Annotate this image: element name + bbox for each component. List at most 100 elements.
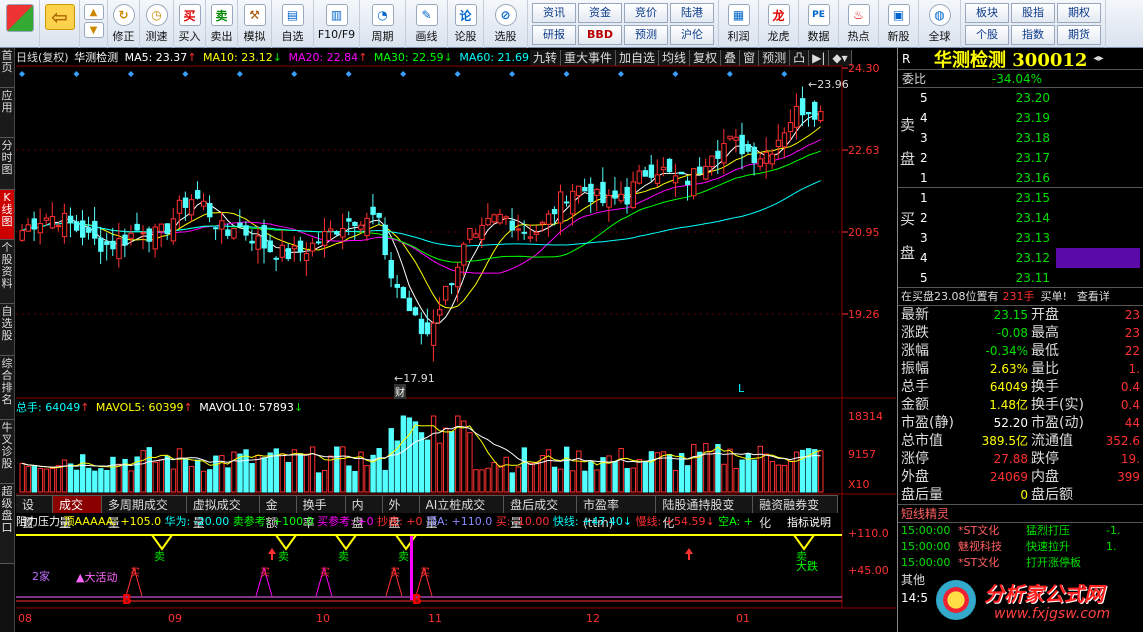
shlondon-button[interactable]: 沪伦 xyxy=(670,25,714,45)
buy-label: 买入 xyxy=(178,30,201,43)
sidebar-item-orderbook[interactable]: 超级盘口 xyxy=(0,484,14,564)
date-08: 08 xyxy=(18,612,32,625)
short-term-title-text: 短线精灵 xyxy=(901,507,950,521)
sidebar-item-diagnose[interactable]: 牛叉诊股 xyxy=(0,420,14,484)
hk-connect-button[interactable]: 陆港 xyxy=(670,3,714,23)
sell-row-5[interactable]: 5 23.20 xyxy=(920,88,1140,108)
chart-svg[interactable]: 卖卖卖卖卖买买买买买 xyxy=(16,48,896,632)
sidebar-item-profile[interactable]: 个股资料 xyxy=(0,240,14,304)
short-term-item[interactable]: 15:00:00 *ST文化 猛烈打压 -1. xyxy=(898,523,1143,539)
tab-amount[interactable]: 金额 xyxy=(259,496,297,530)
hot-button[interactable]: ♨ 热点 xyxy=(839,0,879,48)
options-button[interactable]: 期权 xyxy=(1057,3,1101,23)
sell-row-3[interactable]: 3 23.18 xyxy=(920,128,1140,148)
notice-detail-link[interactable]: 查看详 xyxy=(1077,288,1110,305)
tab-multi-volume[interactable]: 多周期成交量 xyxy=(101,496,187,530)
down-arrow-icon[interactable]: ▼ xyxy=(83,22,104,38)
short-term-item[interactable]: 15:00:00 *ST文化 打开涨停板 xyxy=(898,555,1143,571)
funds-button[interactable]: 资金 xyxy=(578,3,622,23)
indicator-name: 阻力压力 xyxy=(16,515,60,528)
sidebar-item-ranking[interactable]: 综合排名 xyxy=(0,356,14,420)
flame-icon: ♨ xyxy=(847,4,870,26)
buy-row-2[interactable]: 2 23.14 xyxy=(920,208,1140,228)
sell-button[interactable]: 卖卖出 xyxy=(206,0,238,48)
buy-row-5[interactable]: 5 23.11 xyxy=(920,268,1140,288)
draw-button[interactable]: ✎ 画线 xyxy=(406,0,448,48)
tab-after-volume[interactable]: 盘后成交量 xyxy=(504,496,577,530)
sidebar-item-kline[interactable]: K线图 xyxy=(0,190,14,240)
forecast-button[interactable]: 预测 xyxy=(624,25,668,45)
ipo-button[interactable]: ▣ 新股 xyxy=(879,0,919,48)
sidebar-item-watchlist[interactable]: 自选股 xyxy=(0,304,14,356)
buy-row-1[interactable]: 1 23.15 xyxy=(920,188,1140,208)
short-term-item[interactable]: 15:00:00 魅视科技 快速拉升 1. xyxy=(898,539,1143,555)
candle-body xyxy=(763,151,770,164)
up-arrow-icon[interactable]: ▲ xyxy=(83,4,104,20)
volume-bar xyxy=(207,469,213,493)
research-button[interactable]: 研报 xyxy=(532,25,576,45)
sell-row-1[interactable]: 1 23.16 xyxy=(920,168,1140,188)
volume-bar xyxy=(557,468,564,493)
l-marker[interactable]: L xyxy=(738,382,744,395)
buy-button[interactable]: 买买入 xyxy=(174,0,206,48)
candle-body xyxy=(322,231,328,246)
tab-turnover[interactable]: 换手率 xyxy=(296,496,346,530)
volume-bar xyxy=(467,432,473,493)
watchlist-button[interactable]: ▤ 自选 xyxy=(272,0,314,48)
dragon-button[interactable]: 龙龙虎 xyxy=(759,0,799,48)
speed-test-button[interactable]: ◷ 测速 xyxy=(140,0,174,48)
fix-button[interactable]: ↻ 修正 xyxy=(108,0,140,48)
stocks-button[interactable]: 个股 xyxy=(965,25,1009,45)
back-button[interactable]: ⇦ xyxy=(40,0,80,48)
stat-label: 涨停 xyxy=(901,451,929,467)
futures-button[interactable]: 期货 xyxy=(1057,25,1101,45)
sector-button[interactable]: 板块 xyxy=(965,3,1009,23)
indicator-explain-button[interactable]: 指标说明 xyxy=(784,514,834,530)
buy-row-3[interactable]: 3 23.13 xyxy=(920,228,1140,248)
f10-button[interactable]: ▥ F10/F9 xyxy=(314,0,360,48)
tab-settings[interactable]: 设置 xyxy=(16,496,53,530)
tab-inner[interactable]: 内盘 xyxy=(345,496,383,530)
volume-bar xyxy=(55,465,62,493)
sell-row-2[interactable]: 2 23.17 xyxy=(920,148,1140,168)
buy-row-4[interactable]: 4 23.12 xyxy=(920,248,1140,268)
tab-ai-volume[interactable]: AI立桩成交量 xyxy=(419,496,505,530)
sidebar-item-home[interactable]: 首页 xyxy=(0,48,14,88)
big-order-notice[interactable]: 在买盘23.08位置有 231手 买单! 查看详 xyxy=(898,288,1143,306)
bbd-button[interactable]: BBD xyxy=(578,25,622,45)
profit-button[interactable]: ▦ 利润 xyxy=(719,0,759,48)
tab-virtual-volume[interactable]: 虚拟成交量 xyxy=(186,496,260,530)
indices-button[interactable]: 指数 xyxy=(1011,25,1055,45)
sidebar-item-timeshare[interactable]: 分时图 xyxy=(0,138,14,190)
candle-body xyxy=(279,244,286,258)
news-button[interactable]: 资讯 xyxy=(532,3,576,23)
buy-price: 23.15 xyxy=(1015,191,1050,205)
candle-body xyxy=(424,322,431,335)
global-button[interactable]: ◍ 全球 xyxy=(919,0,961,48)
sell-row-4[interactable]: 4 23.19 xyxy=(920,108,1140,128)
tab-outer[interactable]: 外盘 xyxy=(382,496,420,530)
candle-body xyxy=(352,222,358,227)
tab-volume[interactable]: 成交量 xyxy=(52,496,102,530)
data-button[interactable]: PE 数据 xyxy=(799,0,839,48)
indicator-value-5: 顶A: +110.0 xyxy=(422,515,493,528)
scroll-arrows-icon[interactable]: ◂▸ xyxy=(1093,53,1103,64)
tab-margin[interactable]: 融资融券变化 xyxy=(753,496,839,530)
period-button[interactable]: ◔ 周期 xyxy=(360,0,406,48)
tab-hk-holdings[interactable]: 陆股通持股变化 xyxy=(656,496,754,530)
earnings-marker[interactable]: 财 xyxy=(394,384,406,399)
sidebar-item-apps[interactable]: 应用 xyxy=(0,88,14,138)
screener-button[interactable]: ⊘ 选股 xyxy=(484,0,528,48)
simulate-button[interactable]: ⚒ 模拟 xyxy=(238,0,272,48)
nav-updown[interactable]: ▲ ▼ xyxy=(80,0,108,48)
app-logo[interactable] xyxy=(0,0,40,48)
candle-body xyxy=(388,260,394,279)
index-futures-button[interactable]: 股指 xyxy=(1011,3,1055,23)
period-label: 周期 xyxy=(371,30,394,43)
candle-body xyxy=(642,170,649,177)
forum-button[interactable]: 论论股 xyxy=(448,0,484,48)
sell-price: 23.18 xyxy=(1015,131,1050,145)
tab-pe-ttm[interactable]: 市盈率(ttm) xyxy=(576,496,657,530)
auction-button[interactable]: 竞价 xyxy=(624,3,668,23)
candle-body xyxy=(146,228,152,242)
